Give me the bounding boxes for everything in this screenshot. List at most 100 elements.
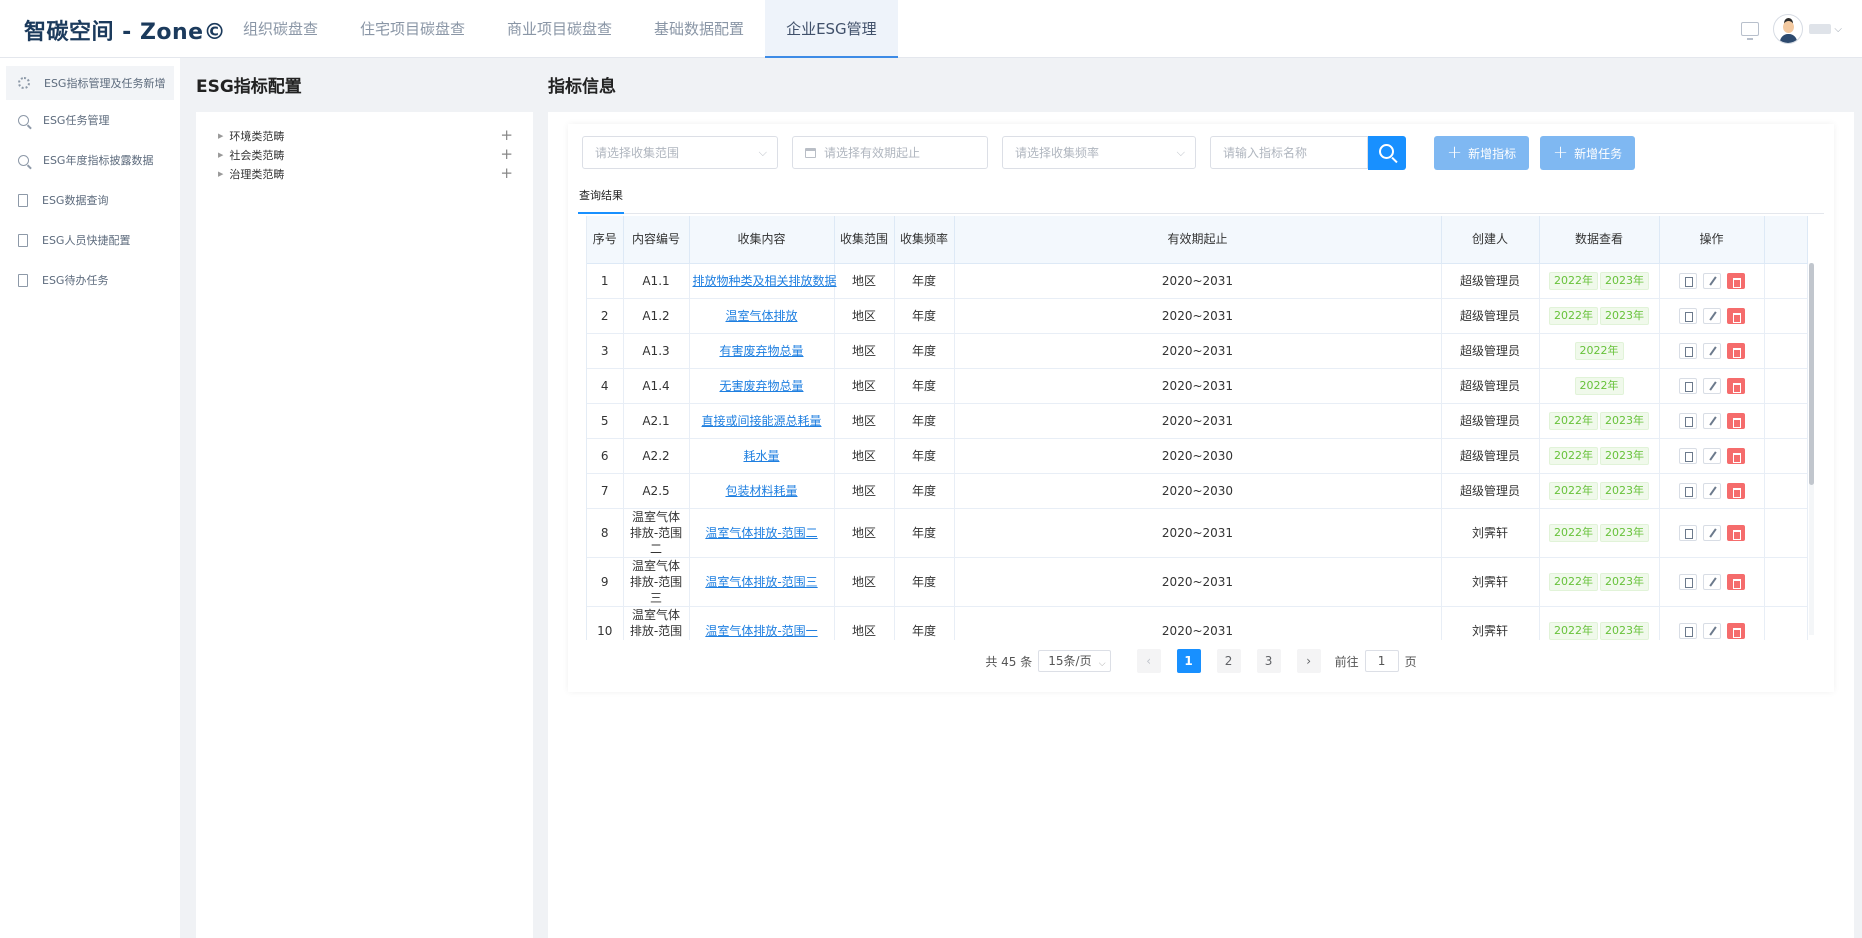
- sidebar-item-esg-tasks[interactable]: ESG任务管理: [0, 100, 180, 140]
- cell-period: 2020~2031: [954, 333, 1442, 369]
- edit-icon[interactable]: [1702, 307, 1721, 324]
- indicator-name-input[interactable]: 请输入指标名称: [1210, 136, 1368, 169]
- year-tag[interactable]: 2022年: [1574, 376, 1624, 395]
- view-document-icon[interactable]: [1678, 377, 1697, 394]
- edit-icon[interactable]: [1702, 573, 1721, 590]
- add-task-button[interactable]: + 新增任务: [1540, 136, 1636, 170]
- scrollbar-thumb[interactable]: [1809, 263, 1814, 485]
- view-document-icon[interactable]: [1678, 482, 1697, 499]
- nav-item-org-carbon[interactable]: 组织碳盘查: [222, 0, 339, 58]
- delete-icon[interactable]: [1726, 524, 1745, 541]
- delete-icon[interactable]: [1726, 307, 1745, 324]
- next-page-button[interactable]: ›: [1296, 649, 1321, 673]
- caret-right-icon[interactable]: ▶: [218, 151, 223, 159]
- year-tag[interactable]: 2022年: [1549, 572, 1598, 591]
- add-icon[interactable]: +: [500, 164, 513, 183]
- edit-icon[interactable]: [1702, 412, 1721, 429]
- table-scrollbar[interactable]: [1809, 263, 1814, 635]
- delete-icon[interactable]: [1726, 342, 1745, 359]
- year-tag[interactable]: 2022年: [1549, 271, 1598, 290]
- sidebar-item-esg-query[interactable]: ESG数据查询: [0, 180, 180, 220]
- cell-content-text[interactable]: 无害废弃物总量: [719, 379, 803, 393]
- delete-icon[interactable]: [1726, 272, 1745, 289]
- cell-content-text[interactable]: 温室气体排放-范围三: [705, 575, 817, 589]
- page-button-3[interactable]: 3: [1256, 649, 1281, 673]
- year-tag[interactable]: 2023年: [1600, 411, 1649, 430]
- chevron-down-icon[interactable]: ⌵: [1834, 24, 1842, 35]
- cell-content-text[interactable]: 耗水量: [743, 449, 779, 463]
- tree-node-governance[interactable]: ▶ 治理类范畴 +: [196, 164, 533, 183]
- sidebar-item-esg-indicator[interactable]: ESG指标管理及任务新增: [6, 66, 174, 100]
- tree-node-social[interactable]: ▶ 社会类范畴 +: [196, 145, 533, 164]
- goto-page-input[interactable]: 1: [1364, 650, 1399, 672]
- delete-icon[interactable]: [1726, 447, 1745, 464]
- year-tag[interactable]: 2022年: [1549, 411, 1598, 430]
- delete-icon[interactable]: [1726, 573, 1745, 590]
- view-document-icon[interactable]: [1678, 447, 1697, 464]
- year-tag[interactable]: 2023年: [1600, 481, 1649, 500]
- cell-content-text[interactable]: 温室气体排放-范围一: [705, 624, 817, 638]
- edit-icon[interactable]: [1702, 482, 1721, 499]
- monitor-icon[interactable]: [1741, 22, 1760, 40]
- add-indicator-button[interactable]: + 新增指标: [1434, 136, 1530, 170]
- year-tag[interactable]: 2023年: [1600, 523, 1649, 542]
- caret-right-icon[interactable]: ▶: [218, 132, 223, 140]
- view-document-icon[interactable]: [1678, 272, 1697, 289]
- page-button-1[interactable]: 1: [1176, 649, 1201, 673]
- caret-right-icon[interactable]: ▶: [218, 170, 223, 178]
- sidebar-item-esg-annual[interactable]: ESG年度指标披露数据: [0, 140, 180, 180]
- date-range-picker[interactable]: 请选择有效期起止: [792, 136, 988, 169]
- page-size-select[interactable]: 15条/页 ⌵: [1038, 650, 1111, 672]
- cell-content-text[interactable]: 温室气体排放: [725, 309, 797, 323]
- nav-item-esg[interactable]: 企业ESG管理: [765, 0, 898, 58]
- view-document-icon[interactable]: [1678, 524, 1697, 541]
- year-tag[interactable]: 2022年: [1549, 306, 1598, 325]
- avatar[interactable]: [1773, 14, 1804, 44]
- year-tag[interactable]: 2023年: [1600, 446, 1649, 465]
- frequency-select[interactable]: 请选择收集频率 ⌵: [1002, 136, 1196, 169]
- edit-icon[interactable]: [1702, 342, 1721, 359]
- nav-item-commercial-carbon[interactable]: 商业项目碳盘查: [486, 0, 633, 58]
- view-document-icon[interactable]: [1678, 342, 1697, 359]
- view-document-icon[interactable]: [1678, 573, 1697, 590]
- year-tag[interactable]: 2022年: [1549, 523, 1598, 542]
- tree-node-environment[interactable]: ▶ 环境类范畴 +: [196, 126, 533, 145]
- edit-icon[interactable]: [1702, 272, 1721, 289]
- view-document-icon[interactable]: [1678, 307, 1697, 324]
- delete-icon[interactable]: [1726, 622, 1745, 639]
- sidebar-item-esg-todo[interactable]: ESG待办任务: [0, 260, 180, 300]
- year-tag[interactable]: 2023年: [1600, 621, 1649, 640]
- cell-content-text[interactable]: 温室气体排放-范围二: [705, 526, 817, 540]
- tab-query-results[interactable]: 查询结果: [578, 184, 624, 214]
- edit-icon[interactable]: [1702, 622, 1721, 639]
- year-tag[interactable]: 2023年: [1600, 306, 1649, 325]
- delete-icon[interactable]: [1726, 482, 1745, 499]
- delete-icon[interactable]: [1726, 412, 1745, 429]
- edit-icon[interactable]: [1702, 524, 1721, 541]
- cell-content-text[interactable]: 包装材料耗量: [725, 484, 797, 498]
- cell-content-text[interactable]: 排放物种类及相关排放数据: [693, 274, 837, 288]
- year-tag[interactable]: 2023年: [1600, 271, 1649, 290]
- edit-icon[interactable]: [1702, 377, 1721, 394]
- year-tag[interactable]: 2022年: [1574, 341, 1624, 360]
- year-tag[interactable]: 2022年: [1549, 621, 1598, 640]
- view-document-icon[interactable]: [1678, 622, 1697, 639]
- year-tag[interactable]: 2022年: [1549, 481, 1598, 500]
- edit-icon[interactable]: [1702, 447, 1721, 464]
- view-document-icon[interactable]: [1678, 412, 1697, 429]
- search-button[interactable]: [1368, 136, 1406, 170]
- delete-icon[interactable]: [1726, 377, 1745, 394]
- nav-item-residential-carbon[interactable]: 住宅项目碳盘查: [339, 0, 486, 58]
- year-tag[interactable]: 2023年: [1600, 572, 1649, 591]
- add-icon[interactable]: +: [500, 126, 513, 145]
- cell-content-text[interactable]: 有害废弃物总量: [719, 344, 803, 358]
- cell-content-text[interactable]: 直接或间接能源总耗量: [701, 414, 821, 428]
- user-name-placeholder[interactable]: [1809, 24, 1832, 34]
- nav-item-base-data[interactable]: 基础数据配置: [633, 0, 765, 58]
- prev-page-button[interactable]: ‹: [1136, 649, 1161, 673]
- sidebar-item-esg-staff[interactable]: ESG人员快捷配置: [0, 220, 180, 260]
- add-icon[interactable]: +: [500, 145, 513, 164]
- scope-select[interactable]: 请选择收集范围 ⌵: [582, 136, 778, 169]
- page-button-2[interactable]: 2: [1216, 649, 1241, 673]
- year-tag[interactable]: 2022年: [1549, 446, 1598, 465]
